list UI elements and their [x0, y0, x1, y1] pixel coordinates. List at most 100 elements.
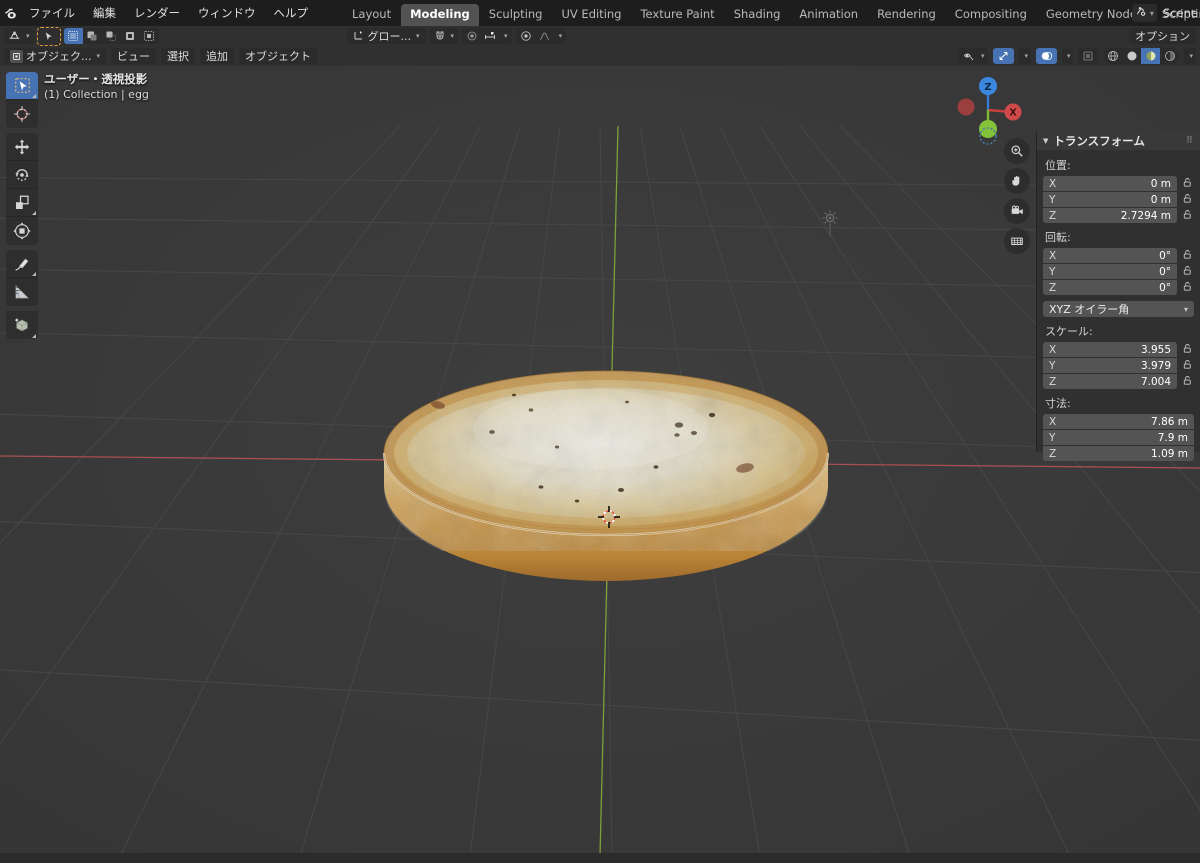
3d-viewport[interactable]: ユーザー・透視投影 (1) Collection | egg Z X ▼ トラン… — [0, 66, 1200, 853]
tab-modeling[interactable]: Modeling — [401, 4, 479, 26]
menu-help[interactable]: ヘルプ — [265, 3, 318, 23]
menu-render[interactable]: レンダー — [125, 3, 189, 23]
viewport-menu-view[interactable]: ビュー — [111, 48, 157, 64]
axis-label: Y — [1049, 431, 1056, 444]
overlays-toggle[interactable] — [1035, 48, 1057, 64]
scene-selector[interactable]: ▾ — [1131, 4, 1157, 22]
chevron-down-icon: ▾ — [1189, 52, 1193, 60]
unlocked-icon[interactable] — [1181, 177, 1194, 191]
select-mode-subtract[interactable] — [120, 28, 140, 44]
viewport-menu-object[interactable]: オブジェクト — [239, 48, 318, 64]
options-button[interactable]: オプション — [1129, 28, 1196, 44]
tab-sculpting[interactable]: Sculpting — [480, 4, 552, 26]
magnet-icon — [434, 27, 446, 46]
overlays-dropdown[interactable]: ▾ — [1061, 48, 1074, 64]
menu-window[interactable]: ウィンドウ — [189, 3, 265, 23]
toggle-ortho-button[interactable] — [1004, 228, 1030, 254]
tool-select-box[interactable] — [6, 72, 38, 100]
tool-cursor[interactable] — [6, 100, 38, 128]
dimensions-x-field[interactable]: X 7.86 m — [1043, 414, 1194, 429]
scale-z-field[interactable]: Z 7.004 — [1043, 374, 1177, 389]
location-x-field[interactable]: X 0 m — [1043, 176, 1177, 191]
location-y-field[interactable]: Y 0 m — [1043, 192, 1177, 207]
active-tool-button[interactable] — [36, 26, 61, 46]
light-gizmo[interactable] — [818, 209, 842, 239]
tool-rotate[interactable] — [6, 161, 38, 189]
unlocked-icon[interactable] — [1181, 209, 1194, 223]
unlocked-icon[interactable] — [1181, 359, 1194, 373]
unlocked-icon[interactable] — [1181, 281, 1194, 295]
dimensions-row-z: Z 1.09 m — [1043, 446, 1194, 461]
zoom-button[interactable] — [1004, 138, 1030, 164]
tab-animation[interactable]: Animation — [790, 4, 867, 26]
rotation-z-field[interactable]: Z 0° — [1043, 280, 1177, 295]
unlocked-icon[interactable] — [1181, 375, 1194, 389]
transform-orientation-selector[interactable]: グロー... ▾ — [346, 28, 426, 44]
rotation-mode-value: XYZ オイラー角 — [1049, 303, 1130, 316]
camera-view-button[interactable] — [1004, 198, 1030, 224]
tab-layout[interactable]: Layout — [343, 4, 400, 26]
tool-scale[interactable] — [6, 189, 38, 217]
egg-object[interactable] — [381, 311, 831, 611]
dimensions-row-y: Y 7.9 m — [1043, 430, 1194, 445]
menu-file[interactable]: ファイル — [20, 3, 84, 23]
axis-label: X — [1049, 177, 1057, 190]
tool-transform[interactable] — [6, 217, 38, 245]
location-z-field[interactable]: Z 2.7294 m — [1043, 208, 1177, 223]
select-mode-extend[interactable] — [101, 28, 121, 44]
xray-toggle[interactable] — [1078, 48, 1099, 64]
shading-wireframe[interactable] — [1103, 48, 1123, 64]
rotation-x-field[interactable]: X 0° — [1043, 248, 1177, 263]
tool-add-cube[interactable] — [6, 311, 38, 339]
tab-uv-editing[interactable]: UV Editing — [552, 4, 630, 26]
select-mode-set[interactable] — [82, 28, 102, 44]
tool-move[interactable] — [6, 133, 38, 161]
tab-shading[interactable]: Shading — [725, 4, 790, 26]
navigation-gizmo[interactable]: Z X — [952, 74, 1024, 146]
menu-edit[interactable]: 編集 — [84, 3, 125, 23]
snap-toggle[interactable]: ▾ — [429, 27, 459, 46]
interaction-mode-selector[interactable]: オブジェク... ▾ — [4, 48, 107, 64]
chevron-down-icon: ▾ — [96, 52, 101, 60]
axis-value: 3.955 — [1140, 343, 1171, 356]
unlocked-icon[interactable] — [1181, 265, 1194, 279]
location-row-y: Y 0 m — [1043, 192, 1194, 207]
transform-panel-header[interactable]: ▼ トランスフォーム ⠿ — [1037, 132, 1200, 150]
topbar-right-group: ▾ Scene — [1131, 0, 1200, 26]
unlocked-icon[interactable] — [1181, 249, 1194, 263]
select-mode-vertex[interactable] — [63, 28, 83, 44]
pan-button[interactable] — [1004, 168, 1030, 194]
tab-rendering[interactable]: Rendering — [868, 4, 945, 26]
scene-icon — [1135, 5, 1148, 21]
unlocked-icon[interactable] — [1181, 193, 1194, 207]
rotation-y-field[interactable]: Y 0° — [1043, 264, 1177, 279]
viewport-menu-add[interactable]: 追加 — [200, 48, 235, 64]
status-bar — [0, 853, 1200, 863]
proportional-editing-group[interactable]: ▾ — [462, 28, 512, 44]
dimensions-y-field[interactable]: Y 7.9 m — [1043, 430, 1194, 445]
rotation-mode-selector[interactable]: XYZ オイラー角 ▾ — [1043, 301, 1194, 317]
viewport-menu-select[interactable]: 選択 — [161, 48, 196, 64]
dimensions-z-field[interactable]: Z 1.09 m — [1043, 446, 1194, 461]
editor-type-selector[interactable]: ▾ — [4, 28, 34, 44]
tab-compositing[interactable]: Compositing — [946, 4, 1036, 26]
scale-x-field[interactable]: X 3.955 — [1043, 342, 1177, 357]
gizmo-dropdown[interactable]: ▾ — [1019, 48, 1031, 64]
blender-logo-icon[interactable] — [3, 0, 20, 26]
scale-y-field[interactable]: Y 3.979 — [1043, 358, 1177, 373]
object-visibility-selector[interactable]: ▾ — [958, 48, 989, 64]
top-bar: ファイル 編集 レンダー ウィンドウ ヘルプ Layout Modeling S… — [0, 0, 1200, 26]
shading-material[interactable] — [1141, 48, 1161, 64]
select-mode-difference[interactable] — [139, 28, 159, 44]
tab-texture-paint[interactable]: Texture Paint — [631, 4, 723, 26]
tool-measure[interactable] — [6, 278, 38, 306]
transform-panel-title: トランスフォーム — [1053, 134, 1145, 148]
tool-annotate[interactable] — [6, 250, 38, 278]
proportional-falloff-group[interactable]: ▾ — [515, 28, 567, 44]
gizmo-toggle[interactable] — [993, 48, 1015, 64]
svg-text:X: X — [1009, 108, 1017, 119]
shading-solid[interactable] — [1122, 48, 1142, 64]
shading-rendered[interactable] — [1160, 48, 1180, 64]
shading-dropdown[interactable]: ▾ — [1184, 48, 1196, 64]
unlocked-icon[interactable] — [1181, 343, 1194, 357]
